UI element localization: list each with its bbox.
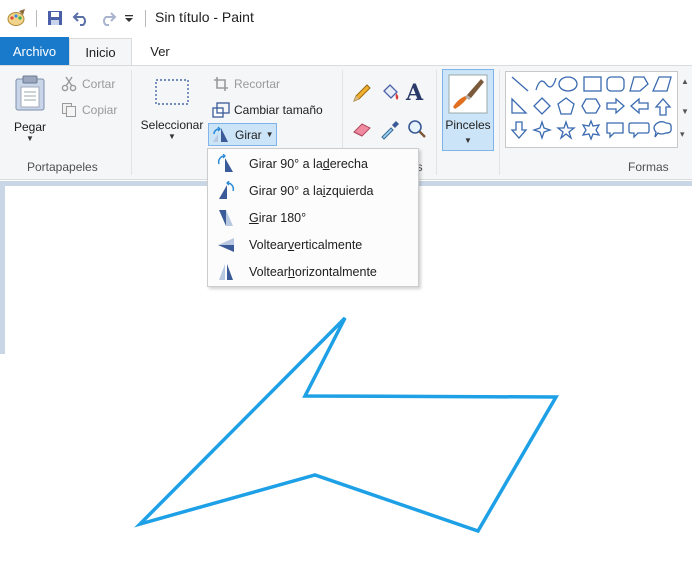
drawn-polygon (134, 316, 560, 534)
flip-vertical-icon (215, 234, 237, 256)
menu-item-prefix: Voltear (249, 265, 288, 279)
menu-item-accelerator: h (287, 265, 295, 279)
menu-item-rotate-180[interactable]: Girar 180° (209, 205, 418, 231)
menu-item-prefix: Girar 90° a la (249, 184, 323, 198)
menu-item-suffix: erticalmente (294, 238, 363, 252)
rotate-right-90-icon (215, 153, 237, 175)
menu-item-flip-vertical[interactable]: Voltear v erticalmente (209, 232, 418, 258)
flip-horizontal-icon (215, 261, 237, 283)
rotate-dropdown-menu: Girar 90° a la d erecha Girar 90° a la iz… (207, 148, 419, 287)
rotate-left-90-icon (215, 180, 237, 202)
menu-item-flip-horizontal[interactable]: Voltear h orizontalmente (209, 259, 418, 285)
menu-item-accelerator: G (249, 211, 259, 225)
rotate-180-icon (215, 207, 237, 229)
menu-item-prefix: Girar 90° a la (249, 157, 323, 171)
menu-item-prefix: Voltear (249, 238, 288, 252)
menu-item-suffix: orizontalmente (294, 265, 377, 279)
menu-item-suffix: irar 180° (258, 211, 307, 225)
menu-item-suffix: erecha (329, 157, 368, 171)
menu-item-rotate-left-90[interactable]: Girar 90° a la i zquierda (209, 178, 418, 204)
menu-item-rotate-right-90[interactable]: Girar 90° a la d erecha (209, 151, 418, 177)
menu-item-suffix: zquierda (325, 184, 374, 198)
menu-item-accelerator: d (322, 157, 330, 171)
